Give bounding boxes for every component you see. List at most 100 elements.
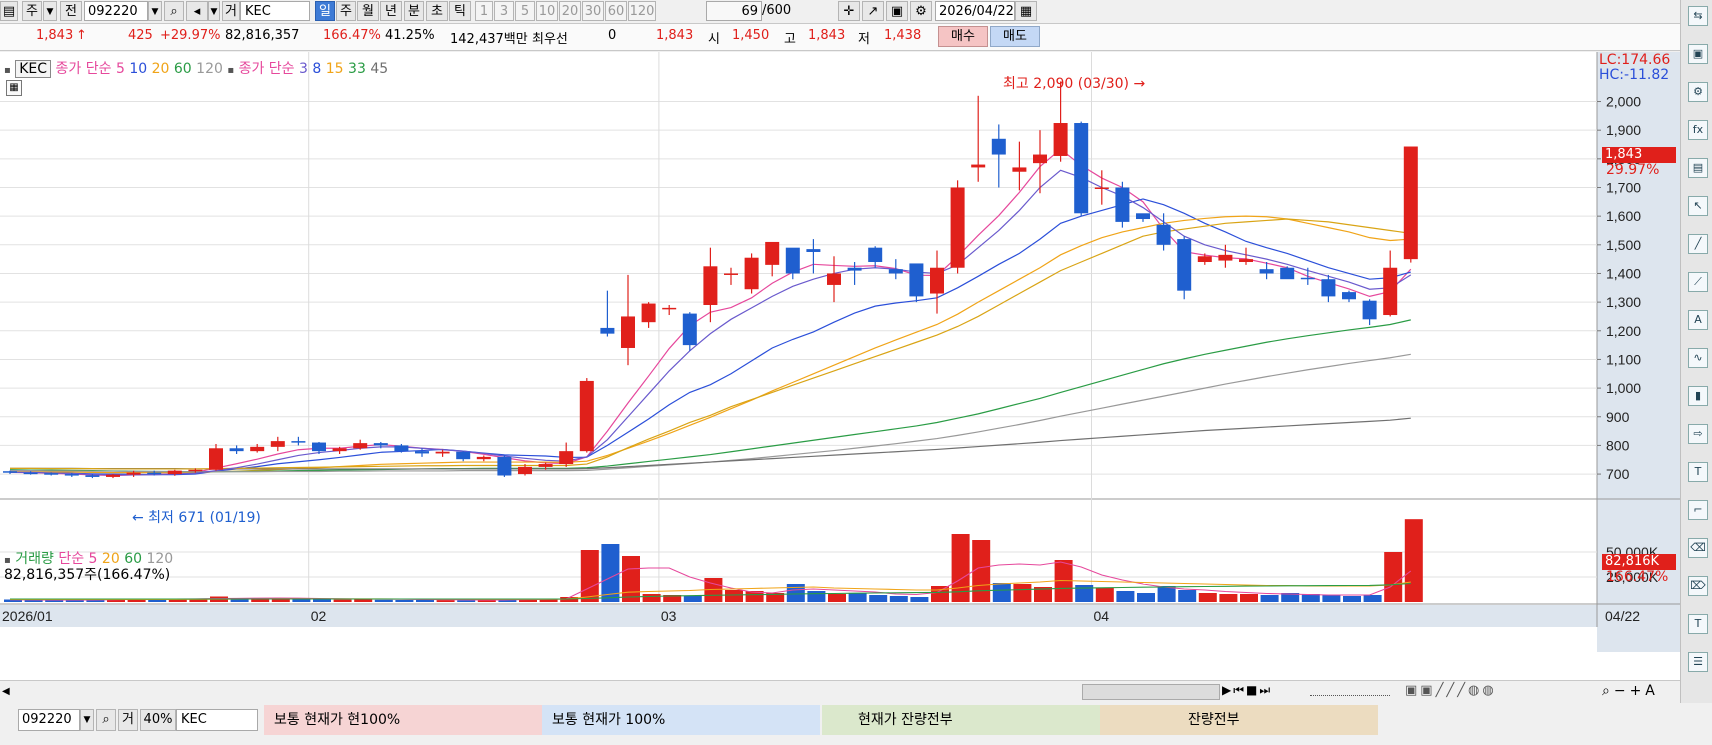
- period-year[interactable]: 년: [380, 1, 402, 21]
- draw-tool-icon[interactable]: ↗: [862, 1, 884, 21]
- zoom-tools-icon[interactable]: ⌕−+A: [1602, 683, 1659, 699]
- market-select[interactable]: 주: [22, 1, 42, 21]
- volume-bar: [642, 594, 661, 602]
- list-icon[interactable]: ☰: [1688, 652, 1708, 672]
- speaker-dropdown-icon[interactable]: ▼: [208, 1, 220, 21]
- order-search-icon[interactable]: ⌕: [96, 709, 116, 731]
- buy-order-panel[interactable]: 보통 현재가 현100%: [264, 705, 542, 735]
- open-price: 1,450: [732, 28, 770, 43]
- lc-value: LC:174.66: [1599, 52, 1671, 68]
- speed-slider[interactable]: [1310, 685, 1390, 696]
- period-tick[interactable]: 틱: [449, 1, 471, 21]
- window-icon[interactable]: ▣: [1688, 44, 1708, 64]
- shape-tool-icon[interactable]: ⌐: [1688, 500, 1708, 520]
- interval-3[interactable]: 3: [494, 1, 514, 21]
- formula-icon[interactable]: fx: [1688, 120, 1708, 140]
- candle-tool-icon[interactable]: ▮: [1688, 386, 1708, 406]
- low-price: 1,438: [884, 28, 922, 43]
- period-minute[interactable]: 분: [404, 1, 424, 21]
- price-change-pct: +29.97%: [160, 28, 221, 43]
- stock-code-input[interactable]: 092220: [84, 1, 148, 21]
- hc-value: HC:-11.82: [1599, 67, 1670, 83]
- table-toggle-icon[interactable]: ▦: [6, 80, 22, 96]
- scroll-thumb[interactable]: [1082, 684, 1220, 700]
- candle-body: [662, 307, 677, 310]
- indicator-icon[interactable]: ▤: [1688, 158, 1708, 178]
- auto-trend-icon[interactable]: A: [1688, 310, 1708, 330]
- chart-area[interactable]: 2,0001,9001,8001,7001,6001,5001,4001,300…: [0, 52, 1680, 680]
- trend-tool-icon[interactable]: ⟋: [1688, 272, 1708, 292]
- period-week[interactable]: 주: [336, 1, 356, 21]
- volume-bar: [889, 596, 908, 602]
- arrow-tool-icon[interactable]: ⇨: [1688, 424, 1708, 444]
- menu-icon[interactable]: ▤: [0, 1, 18, 21]
- candle-body: [456, 451, 471, 460]
- order-code-dropdown-icon[interactable]: ▼: [80, 709, 94, 731]
- save-icon[interactable]: ▣: [886, 1, 908, 21]
- candle-body: [827, 273, 841, 285]
- interval-10[interactable]: 10: [536, 1, 558, 21]
- price-change: 425: [128, 28, 153, 43]
- moving-average-line: [10, 198, 1411, 476]
- order-stock-name[interactable]: KEC: [176, 709, 258, 731]
- best-label: 최우선: [532, 32, 568, 47]
- calendar-icon[interactable]: ▦: [1015, 1, 1037, 21]
- order-zoom[interactable]: 40%: [140, 709, 176, 731]
- interval-1[interactable]: 1: [475, 1, 493, 21]
- chart-scroll-bar[interactable]: ◀ ▶⏮■⏭ ▣▣╱╱╱◍◍ ⌕−+A: [0, 680, 1680, 703]
- data-count-total: /600: [762, 3, 792, 18]
- order-code-input[interactable]: 092220: [18, 709, 80, 731]
- sell-button[interactable]: 매도: [990, 26, 1040, 47]
- scroll-left-icon[interactable]: ◀: [2, 684, 16, 700]
- order-name-prefix[interactable]: 거: [118, 709, 138, 731]
- search-icon[interactable]: ⌕: [164, 1, 184, 21]
- stock-name-field[interactable]: KEC: [240, 1, 310, 21]
- period-second[interactable]: 초: [426, 1, 448, 21]
- buy-button[interactable]: 매수: [938, 26, 988, 47]
- interval-20[interactable]: 20: [559, 1, 581, 21]
- crosshair-icon[interactable]: ✛: [838, 1, 860, 21]
- period-day[interactable]: 일: [315, 1, 335, 21]
- view-tool-icons[interactable]: ▣▣╱╱╱◍◍: [1405, 683, 1497, 698]
- volume-bar: [457, 600, 476, 602]
- y-tick-label: 2,000: [1606, 94, 1641, 110]
- eraser-icon[interactable]: ⌫: [1688, 538, 1708, 558]
- playback-controls-icon[interactable]: ▶⏮■⏭: [1222, 683, 1272, 698]
- interval-120[interactable]: 120: [628, 1, 656, 21]
- interval-30[interactable]: 30: [582, 1, 604, 21]
- legend-stock-name[interactable]: KEC: [15, 60, 52, 78]
- text-tool-icon[interactable]: T: [1688, 462, 1708, 482]
- candle-body: [785, 247, 800, 274]
- wave-tool-icon[interactable]: ∿: [1688, 348, 1708, 368]
- speaker-icon[interactable]: ◂: [186, 1, 208, 21]
- volume-bar: [1095, 588, 1114, 602]
- prev-button[interactable]: 전: [60, 1, 82, 21]
- interval-5[interactable]: 5: [515, 1, 535, 21]
- volume-bar: [992, 583, 1011, 602]
- settings-icon[interactable]: ⚙: [910, 1, 932, 21]
- data-count-input[interactable]: 69: [706, 1, 762, 21]
- period-month[interactable]: 월: [357, 1, 379, 21]
- price-chart-svg[interactable]: 2,0001,9001,8001,7001,6001,5001,4001,300…: [0, 52, 1680, 680]
- text-box-icon[interactable]: T: [1688, 614, 1708, 634]
- swap-icon[interactable]: ⇆: [1688, 6, 1708, 26]
- erase-all-icon[interactable]: ⌦: [1688, 576, 1708, 596]
- market-dropdown-icon[interactable]: ▼: [43, 1, 57, 21]
- cancel-order-panel[interactable]: 잔량전부: [1100, 705, 1378, 735]
- name-prefix[interactable]: 거: [222, 1, 240, 21]
- x-tick-label: 2026/01: [2, 608, 53, 624]
- sell-order-panel[interactable]: 보통 현재가 100%: [542, 705, 820, 735]
- last-volume-pct-tag: 166.47%: [1606, 569, 1669, 585]
- line-tool-icon[interactable]: ╱: [1688, 234, 1708, 254]
- settings-gear-icon[interactable]: ⚙: [1688, 82, 1708, 102]
- candle-body: [188, 469, 203, 472]
- candle-body: [703, 266, 718, 305]
- code-dropdown-icon[interactable]: ▼: [148, 1, 162, 21]
- x-axis-pane: [0, 605, 1680, 627]
- interval-60[interactable]: 60: [605, 1, 627, 21]
- date-input[interactable]: 2026/04/22: [935, 1, 1015, 21]
- cursor-icon[interactable]: ↖: [1688, 196, 1708, 216]
- modify-order-panel[interactable]: 현재가 잔량전부: [822, 705, 1100, 735]
- legend-ma2-45: 45: [370, 61, 389, 77]
- candle-body: [353, 443, 368, 449]
